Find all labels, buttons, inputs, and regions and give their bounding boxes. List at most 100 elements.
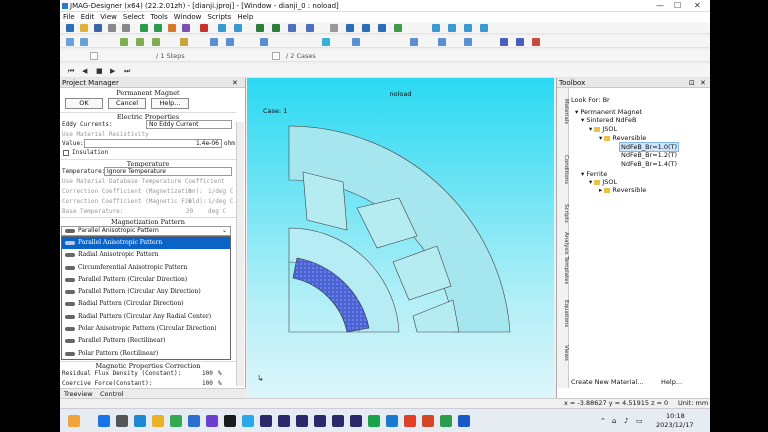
zoom-icon[interactable] — [378, 24, 386, 32]
first-frame-icon[interactable]: ⏮ — [68, 67, 74, 76]
rotate-icon[interactable] — [346, 24, 354, 32]
tree-material-item[interactable]: NdFeB_Br=1.4(T) — [621, 160, 677, 168]
pattern-option[interactable]: Parallel Pattern (Circular Direction) — [62, 274, 230, 286]
menu-view[interactable]: View — [97, 12, 120, 22]
vector-icon[interactable] — [272, 24, 280, 32]
fit-icon[interactable] — [394, 24, 402, 32]
toolbox-pin-icon[interactable]: ⊡ — [689, 78, 695, 88]
insulation-checkbox[interactable] — [63, 150, 69, 156]
highlight-icon[interactable] — [322, 38, 330, 46]
base-temp-value[interactable]: 20 — [186, 208, 193, 215]
toolbox-help-button[interactable]: Help... — [661, 378, 682, 386]
eddy-currents-select[interactable]: No Eddy Current — [146, 120, 232, 129]
clock-time[interactable]: 10:18 — [666, 412, 685, 420]
tree-sintered-ndfeb[interactable]: ▾ Sintered NdFeB — [581, 116, 637, 124]
clock-date[interactable]: 2023/12/17 — [656, 421, 693, 429]
pattern-option[interactable]: Radial Pattern (Circular Any Radial Cent… — [62, 311, 230, 323]
section-icon[interactable] — [260, 38, 268, 46]
search-icon[interactable] — [116, 415, 128, 427]
battery-icon[interactable]: ▭ — [636, 417, 643, 425]
menu-scripts[interactable]: Scripts — [204, 12, 234, 22]
app-icon-13[interactable] — [440, 415, 452, 427]
condition-icon[interactable] — [210, 38, 218, 46]
temperature-select[interactable]: Ignore Temperature — [104, 167, 232, 176]
pattern-select[interactable]: Parallel Anisotropic Pattern ⌄ — [61, 226, 231, 236]
cancel-button[interactable]: Cancel — [108, 98, 146, 109]
pattern-option[interactable]: Radial Anisotropic Pattern — [62, 249, 230, 261]
pan-icon[interactable] — [362, 24, 370, 32]
motor-model[interactable] — [247, 78, 554, 398]
pattern-option[interactable]: Polar Anisotropic Pattern (Circular Dire… — [62, 323, 230, 335]
view-iso-icon[interactable] — [480, 24, 488, 32]
graph-icon[interactable] — [288, 24, 296, 32]
app-icon-5[interactable] — [278, 415, 290, 427]
pattern-option[interactable]: Parallel Pattern (Rectilinear) — [62, 335, 230, 347]
coercive-force-value[interactable]: 100 — [202, 380, 213, 387]
panel-close-icon[interactable]: ✕ — [232, 78, 238, 88]
animation-icon[interactable] — [438, 38, 446, 46]
menu-edit[interactable]: Edit — [78, 12, 98, 22]
tab-views[interactable]: Views — [557, 338, 569, 368]
app-icon-1[interactable] — [206, 415, 218, 427]
model-viewport[interactable]: noload Case: 1 ↳ — [247, 78, 554, 398]
coef-field-value[interactable]: 0 — [188, 198, 192, 205]
edge-browser-icon[interactable] — [134, 415, 146, 427]
tree-reversible-ferrite[interactable]: ▸ Reversible — [599, 186, 646, 194]
app-icon-4[interactable] — [260, 415, 272, 427]
pattern-option[interactable]: Circumferential Anisotropic Pattern — [62, 262, 230, 274]
create-new-material-button[interactable]: Create New Material... — [571, 378, 644, 386]
app-icon-6[interactable] — [296, 415, 308, 427]
weather-icon[interactable] — [68, 415, 80, 427]
pattern-option[interactable]: Parallel Pattern (Circular Any Direction… — [62, 286, 230, 298]
tab-control[interactable]: Control — [100, 390, 124, 398]
tab-scripts[interactable]: Scripts — [557, 198, 569, 228]
tab-conditions[interactable]: Conditions — [557, 148, 569, 192]
look-for-field[interactable]: Look For: Br — [571, 96, 610, 104]
tab-analysis-templates[interactable]: Analysis Templates — [557, 228, 569, 288]
app-icon-7[interactable] — [314, 415, 326, 427]
results-icon[interactable] — [218, 24, 226, 32]
last-frame-icon[interactable]: ⏭ — [124, 67, 130, 76]
menu-file[interactable]: File — [60, 12, 78, 22]
view-side-icon[interactable] — [464, 24, 472, 32]
study-icon[interactable] — [182, 24, 190, 32]
residual-flux-value[interactable]: 100 — [202, 370, 213, 377]
stator-slot[interactable] — [412, 299, 460, 333]
tab-equations[interactable]: Equations — [557, 294, 569, 334]
use-material-resistivity-checkbox[interactable]: Use Material Resistivity — [62, 131, 149, 138]
redo-icon[interactable] — [122, 24, 130, 32]
maximize-button[interactable]: ☐ — [674, 1, 681, 10]
split-icon[interactable] — [516, 38, 524, 46]
marker-icon[interactable] — [532, 38, 540, 46]
plot-icon[interactable] — [234, 24, 242, 32]
menu-select[interactable]: Select — [120, 12, 148, 22]
menu-help[interactable]: Help — [234, 12, 256, 22]
view-front-icon[interactable] — [432, 24, 440, 32]
menu-tools[interactable]: Tools — [148, 12, 171, 22]
case-input[interactable] — [272, 52, 280, 60]
tray-chevron-icon[interactable]: ⌃ — [600, 417, 606, 425]
app-icon-14[interactable] — [458, 415, 470, 427]
coef-mag-value[interactable]: 0 — [188, 188, 192, 195]
tree-jsol-ferrite[interactable]: ▾ JSOL — [589, 178, 617, 186]
app-icon-9[interactable] — [350, 415, 362, 427]
material-icon[interactable] — [180, 38, 188, 46]
prev-frame-icon[interactable]: ◀ — [82, 67, 87, 75]
mesh-icon[interactable] — [154, 24, 162, 32]
circuit-icon[interactable] — [226, 38, 234, 46]
open-icon[interactable] — [80, 24, 88, 32]
new-project-icon[interactable] — [66, 24, 74, 32]
powerpoint-icon[interactable] — [422, 415, 434, 427]
network-icon[interactable]: ⌂ — [612, 417, 616, 425]
table-icon[interactable] — [306, 24, 314, 32]
edge-icon[interactable] — [152, 38, 160, 46]
app-icon-2[interactable] — [224, 415, 236, 427]
tree-reversible[interactable]: ▾ Reversible — [599, 134, 646, 142]
toolbox-close-icon[interactable]: ✕ — [700, 78, 706, 88]
use-material-db-temp-checkbox[interactable]: Use Material Database Temperature Coeffi… — [62, 178, 225, 185]
ok-button[interactable]: OK — [65, 98, 103, 109]
tree-permanent-magnet[interactable]: ▾ Permanent Magnet — [575, 108, 642, 116]
capture-icon[interactable] — [464, 38, 472, 46]
measure-icon[interactable] — [352, 38, 360, 46]
stop-playback-icon[interactable]: ■ — [96, 67, 103, 75]
